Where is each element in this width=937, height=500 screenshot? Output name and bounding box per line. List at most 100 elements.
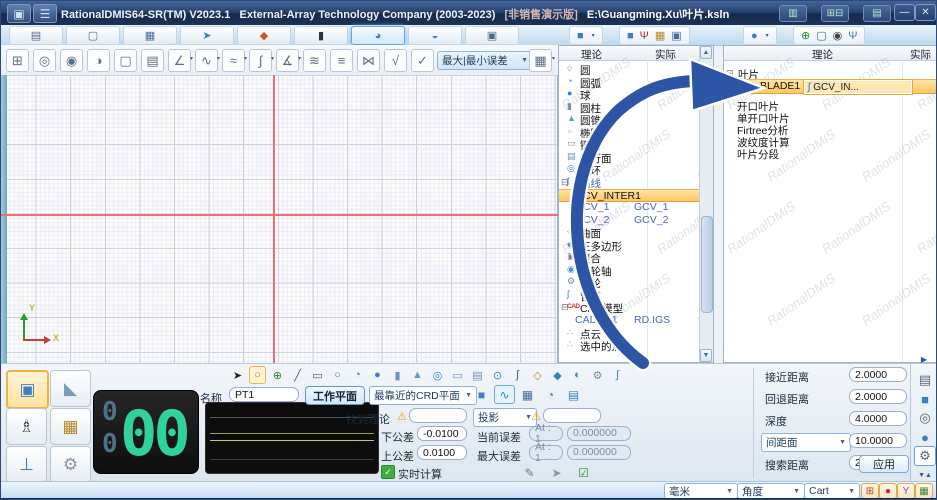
align-icon[interactable]: ⊞ [6,49,29,72]
zoom-region-icon[interactable]: ◎ [33,49,56,72]
snapshot-icon[interactable]: ▤ [141,49,164,72]
sphere-fit-icon[interactable]: ◉ [60,49,83,72]
point-icon[interactable]: ○ [249,366,266,384]
axes-icon[interactable]: ⊥ [6,446,47,483]
curve-icon[interactable]: ʃ [509,366,526,384]
ribbon-tab[interactable]: ▤ [9,26,63,45]
probe-small-icon[interactable]: ➤ [546,463,567,482]
check-icon[interactable]: ✓ [411,49,434,72]
ribbon-tab[interactable]: ◕ [351,26,405,45]
tree-item[interactable]: GCV_2GCV_2 [559,214,700,227]
fixture-box-icon[interactable]: ▦ [655,29,665,42]
cylinder-icon[interactable]: ▮ [389,366,406,384]
units-combo[interactable]: 毫米▼ [664,483,738,499]
scan-lines-icon[interactable]: ≡ [330,49,353,72]
dropdown-arrow-icon[interactable]: ▾ [298,55,301,62]
protractor-icon[interactable]: ◣ [50,370,91,407]
measure-line-icon[interactable]: ∿ [195,49,218,72]
blade-tree-header[interactable]: 理论 实际 [724,46,937,61]
measure-arc-icon[interactable]: ≈ [222,49,245,72]
ribbon-tab[interactable]: ▦ [123,26,177,45]
circle-icon[interactable]: ○ [329,366,346,384]
close-button[interactable]: ✕ [915,4,936,21]
tree-item[interactable]: ∫管道 [559,289,700,302]
param-input[interactable] [849,367,907,382]
param-input[interactable] [849,411,907,426]
probe-touch-icon[interactable]: ∠ [168,49,191,72]
devices-icon[interactable]: ▤ [863,5,891,22]
dropdown-arrow-icon[interactable]: ▾ [244,55,247,62]
polygon-icon[interactable]: ◆ [549,366,566,384]
upper-tol-input[interactable] [417,445,467,460]
displays-icon[interactable]: ⊞⊟ [821,5,849,22]
fixture-icon[interactable]: ▦ [50,408,91,445]
find-theory-input[interactable] [409,408,467,423]
edit-report-icon[interactable]: ✎ [519,463,540,482]
machine-setup-icon[interactable]: ⚙ [50,446,91,483]
tree-item[interactable]: ⚙齿轮 [559,276,700,289]
realtime-checkbox[interactable]: ✓ [381,465,395,479]
tree-item[interactable]: ⊟叶片 [724,67,937,80]
coord-combo[interactable]: Cart▼ [804,483,860,499]
probe-blue-icon[interactable]: ● [914,427,936,447]
tree-item[interactable]: ▣组合 [559,251,700,264]
viewport-canvas[interactable]: Y X [1,75,558,363]
graph-view-icon[interactable]: ∿ [494,385,515,404]
workplane-button[interactable]: 工作平面 [305,386,365,405]
gear-icon[interactable]: ⚙ [589,366,606,384]
tree-item[interactable]: ▮圆柱 [559,101,700,114]
tree-item[interactable]: 叶片分段 [724,147,937,160]
expand-collapse-icon[interactable]: ⊟ [726,68,734,79]
view-eye-icon[interactable]: ◑ [87,49,110,72]
measure-angle-icon[interactable]: ∡ [276,49,299,72]
tree-item[interactable]: ⊟CADCAD模型 [559,301,700,314]
app-logo-icon[interactable]: ▣ [7,4,31,23]
dropdown-arrow-icon[interactable]: ▾ [190,55,193,62]
dropdown-arrow-icon[interactable]: ▾ [271,55,274,62]
controller-icon[interactable]: ▥ [779,5,807,22]
tree-item[interactable]: ◗BLADE1ʃGCV_IN... [724,79,937,94]
scroll-down-icon[interactable]: ▼ [700,349,712,362]
measure-curve-icon[interactable]: ∫ [249,49,272,72]
spacing-plane-combo[interactable]: 间距面▼ [761,433,851,452]
plane-icon[interactable]: ▭ [309,366,326,384]
ribbon-tab[interactable]: ◆ [237,26,291,45]
select-box-icon[interactable]: ▢ [114,49,137,72]
cube-small-icon[interactable]: ■ [627,30,634,42]
pipe-icon[interactable]: ∫ [609,366,626,384]
pick-probe-icon[interactable]: ➤ [229,366,246,384]
probe-cube-icon[interactable]: ■ [914,389,936,409]
feature-tree-header[interactable]: 理论 实际 [559,46,713,61]
param-input[interactable] [849,389,907,404]
scroll-up-icon[interactable]: ▲ [700,46,712,59]
cube-list-icon[interactable]: ▤ [563,385,584,404]
ribbon-tab[interactable]: ▣ [465,26,519,45]
tree-item[interactable]: ◇曲面 [559,226,700,239]
angle-combo[interactable]: 角度▼ [737,483,805,499]
axis-icon[interactable]: ⊕ [801,29,810,42]
apply-button[interactable]: 应用 [859,455,909,473]
tree-item[interactable]: ◎圆环 [559,163,700,176]
scroll-thumb[interactable] [701,216,713,313]
window-grid-icon[interactable]: ▣ [671,29,681,42]
tree-item[interactable]: 开口叶片 [724,99,937,112]
compensate-icon[interactable]: √ [384,49,407,72]
tree-item[interactable]: ◉凸轮轴 [559,264,700,277]
tree-item[interactable]: GCV_1GCV_1 [559,201,700,214]
view-sphere-icon[interactable]: ● [751,30,758,42]
tree-item[interactable]: ∴点云 [559,327,700,340]
ribbon-tab[interactable]: ➤ [180,26,234,45]
measure-mode-icon[interactable]: ▣ [6,370,49,409]
tree-item[interactable]: ∴选中的点云 [559,339,700,352]
parallel-planes-icon[interactable]: ▤ [469,366,486,384]
dropdown-arrow-icon[interactable]: ▾ [217,55,220,62]
lower-tol-input[interactable] [417,426,467,441]
frame-icon[interactable]: ▢ [816,29,826,42]
io-grid-icon[interactable]: ▦ [915,483,933,499]
position-icon[interactable]: ⊞ [861,483,879,499]
expand-right-icon[interactable]: ▶ [917,355,931,365]
param-input[interactable] [849,433,907,448]
probe-path-icon[interactable]: ⋈ [357,49,380,72]
arc-probe-icon[interactable]: ◔ [540,385,561,404]
estop-icon[interactable]: ● [879,483,897,499]
